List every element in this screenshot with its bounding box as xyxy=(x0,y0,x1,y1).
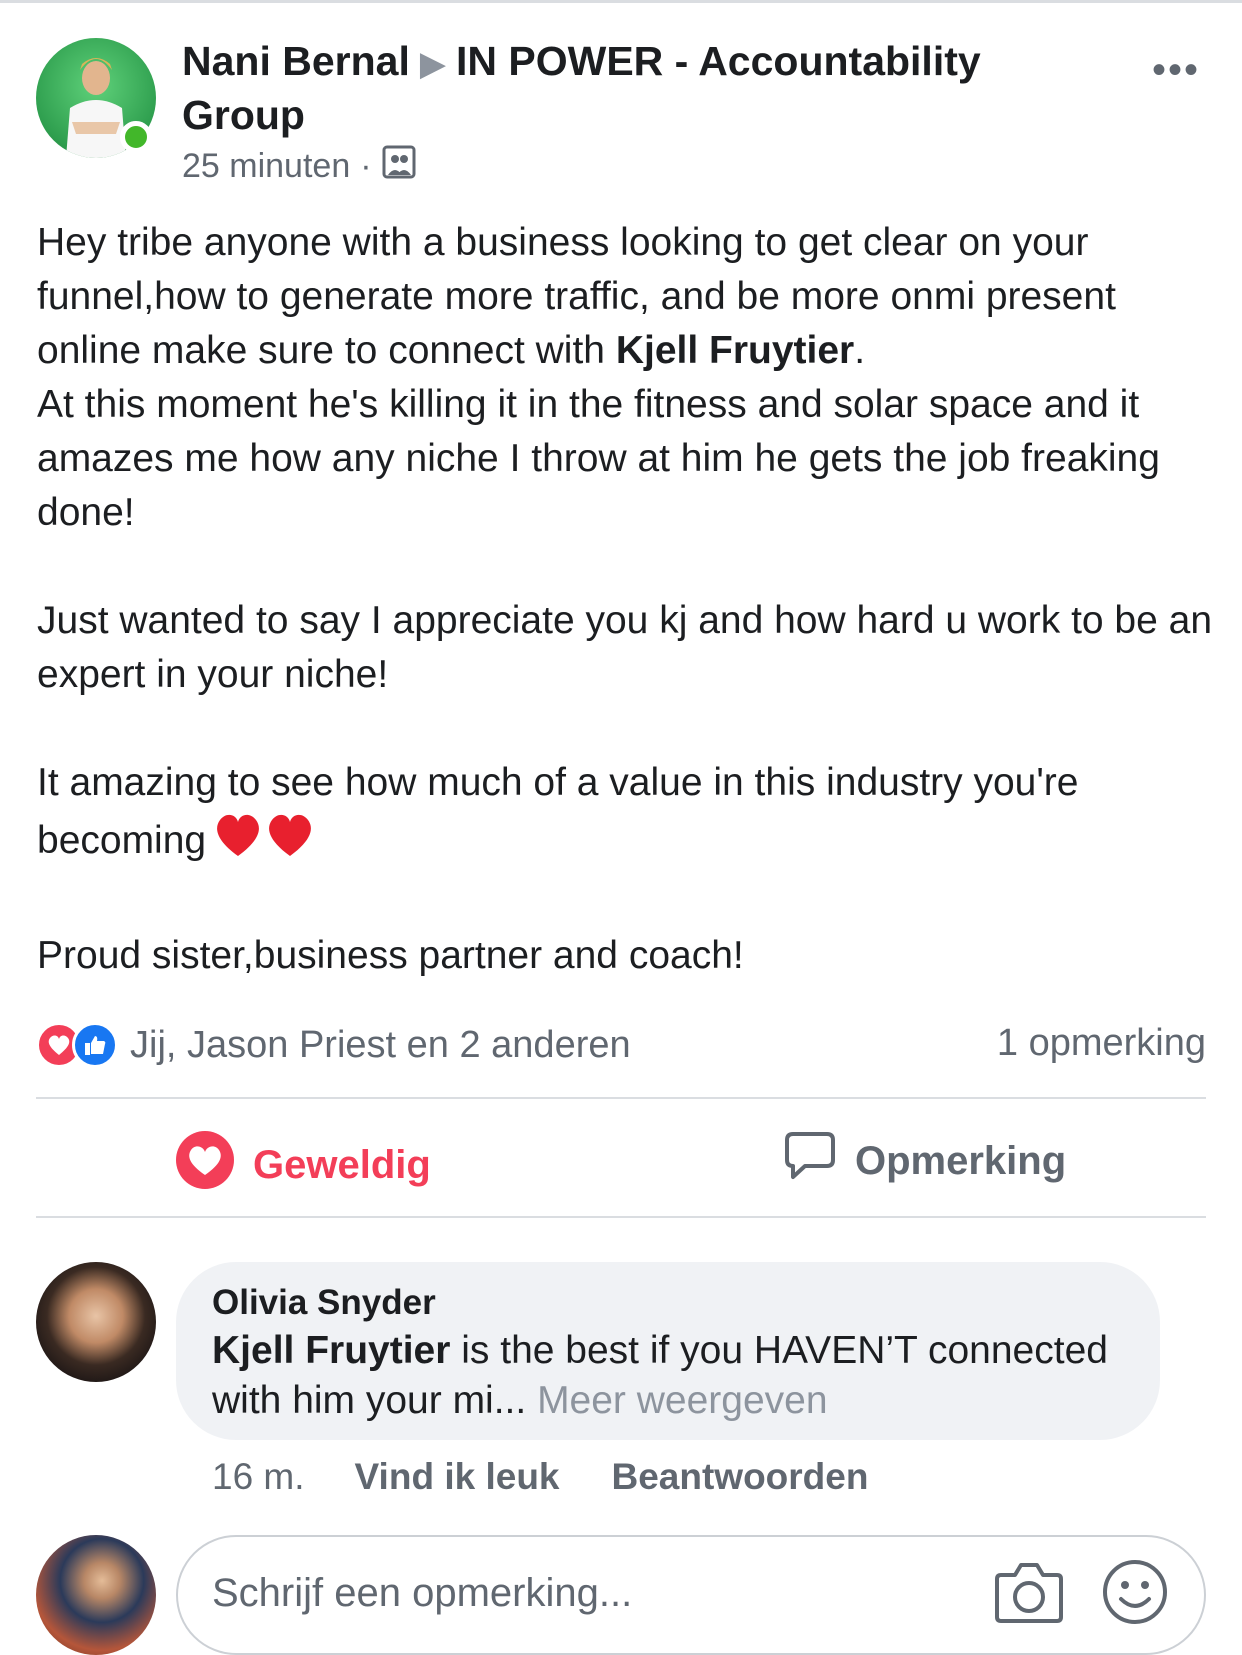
like-reaction-icon xyxy=(72,1022,118,1068)
post-paragraph-1: Hey tribe anyone with a business looking… xyxy=(37,216,1217,540)
separator-dot: · xyxy=(360,147,372,185)
post-body: Hey tribe anyone with a business looking… xyxy=(37,216,1217,983)
post-header: Nani Bernal ▶ IN POWER - Accountability Gr… xyxy=(182,36,1042,141)
comment-input-placeholder: Schrijf een opmerking... xyxy=(212,1571,633,1615)
reactions-summary[interactable]: Jij, Jason Priest en 2 anderen xyxy=(36,1022,631,1068)
group-icon xyxy=(382,145,416,188)
comment-like-button[interactable]: Vind ik leuk xyxy=(355,1456,560,1498)
divider xyxy=(36,1216,1206,1218)
online-status-dot xyxy=(120,121,152,153)
show-more-link[interactable]: Meer weergeven xyxy=(526,1379,828,1422)
comment-button-label: Opmerking xyxy=(855,1138,1067,1183)
author-name[interactable]: Nani Bernal xyxy=(182,38,410,84)
commenter-avatar[interactable] xyxy=(36,1262,156,1382)
post-text: Hey tribe anyone with a business looking… xyxy=(37,221,1116,372)
comment-time[interactable]: 16 m. xyxy=(212,1456,305,1498)
comment-actions: 16 m. Vind ik leuk Beantwoorden xyxy=(212,1456,920,1498)
reactions-text[interactable]: Jij, Jason Priest en 2 anderen xyxy=(130,1024,631,1067)
post-text: It amazing to see how much of a value in… xyxy=(37,761,1079,862)
arrow-right-icon: ▶ xyxy=(419,45,446,83)
comment-button[interactable]: Opmerking xyxy=(783,1130,1066,1192)
post-paragraph-2: Just wanted to say I appreciate you kj a… xyxy=(37,599,1213,696)
divider xyxy=(36,1097,1206,1099)
comment-reply-button[interactable]: Beantwoorden xyxy=(612,1456,869,1498)
comment-count[interactable]: 1 opmerking xyxy=(997,1022,1206,1065)
post-time[interactable]: 25 minuten xyxy=(182,147,350,186)
love-button-label: Geweldig xyxy=(253,1142,431,1187)
emoji-icon[interactable] xyxy=(1102,1559,1168,1630)
my-avatar xyxy=(36,1535,156,1655)
speech-bubble-icon xyxy=(783,1130,837,1192)
post-meta: 25 minuten · xyxy=(182,145,416,188)
camera-icon[interactable] xyxy=(993,1559,1065,1630)
post-paragraph-3: It amazing to see how much of a value in… xyxy=(37,756,1217,875)
heart-emoji-icon xyxy=(212,810,316,875)
comment-mention[interactable]: Kjell Fruytier xyxy=(212,1329,450,1372)
post-paragraph-4: Proud sister,business partner and coach! xyxy=(37,934,744,977)
top-divider xyxy=(0,0,1242,3)
heart-icon xyxy=(175,1130,235,1200)
comment-author[interactable]: Olivia Snyder xyxy=(212,1283,436,1323)
more-options-icon[interactable]: ••• xyxy=(1152,48,1200,93)
comment-text: Kjell Fruytier is the best if you HAVEN’… xyxy=(212,1326,1142,1426)
reaction-icons xyxy=(36,1022,118,1068)
love-button[interactable]: Geweldig xyxy=(175,1130,431,1200)
mention-link[interactable]: Kjell Fruytier xyxy=(616,329,854,372)
